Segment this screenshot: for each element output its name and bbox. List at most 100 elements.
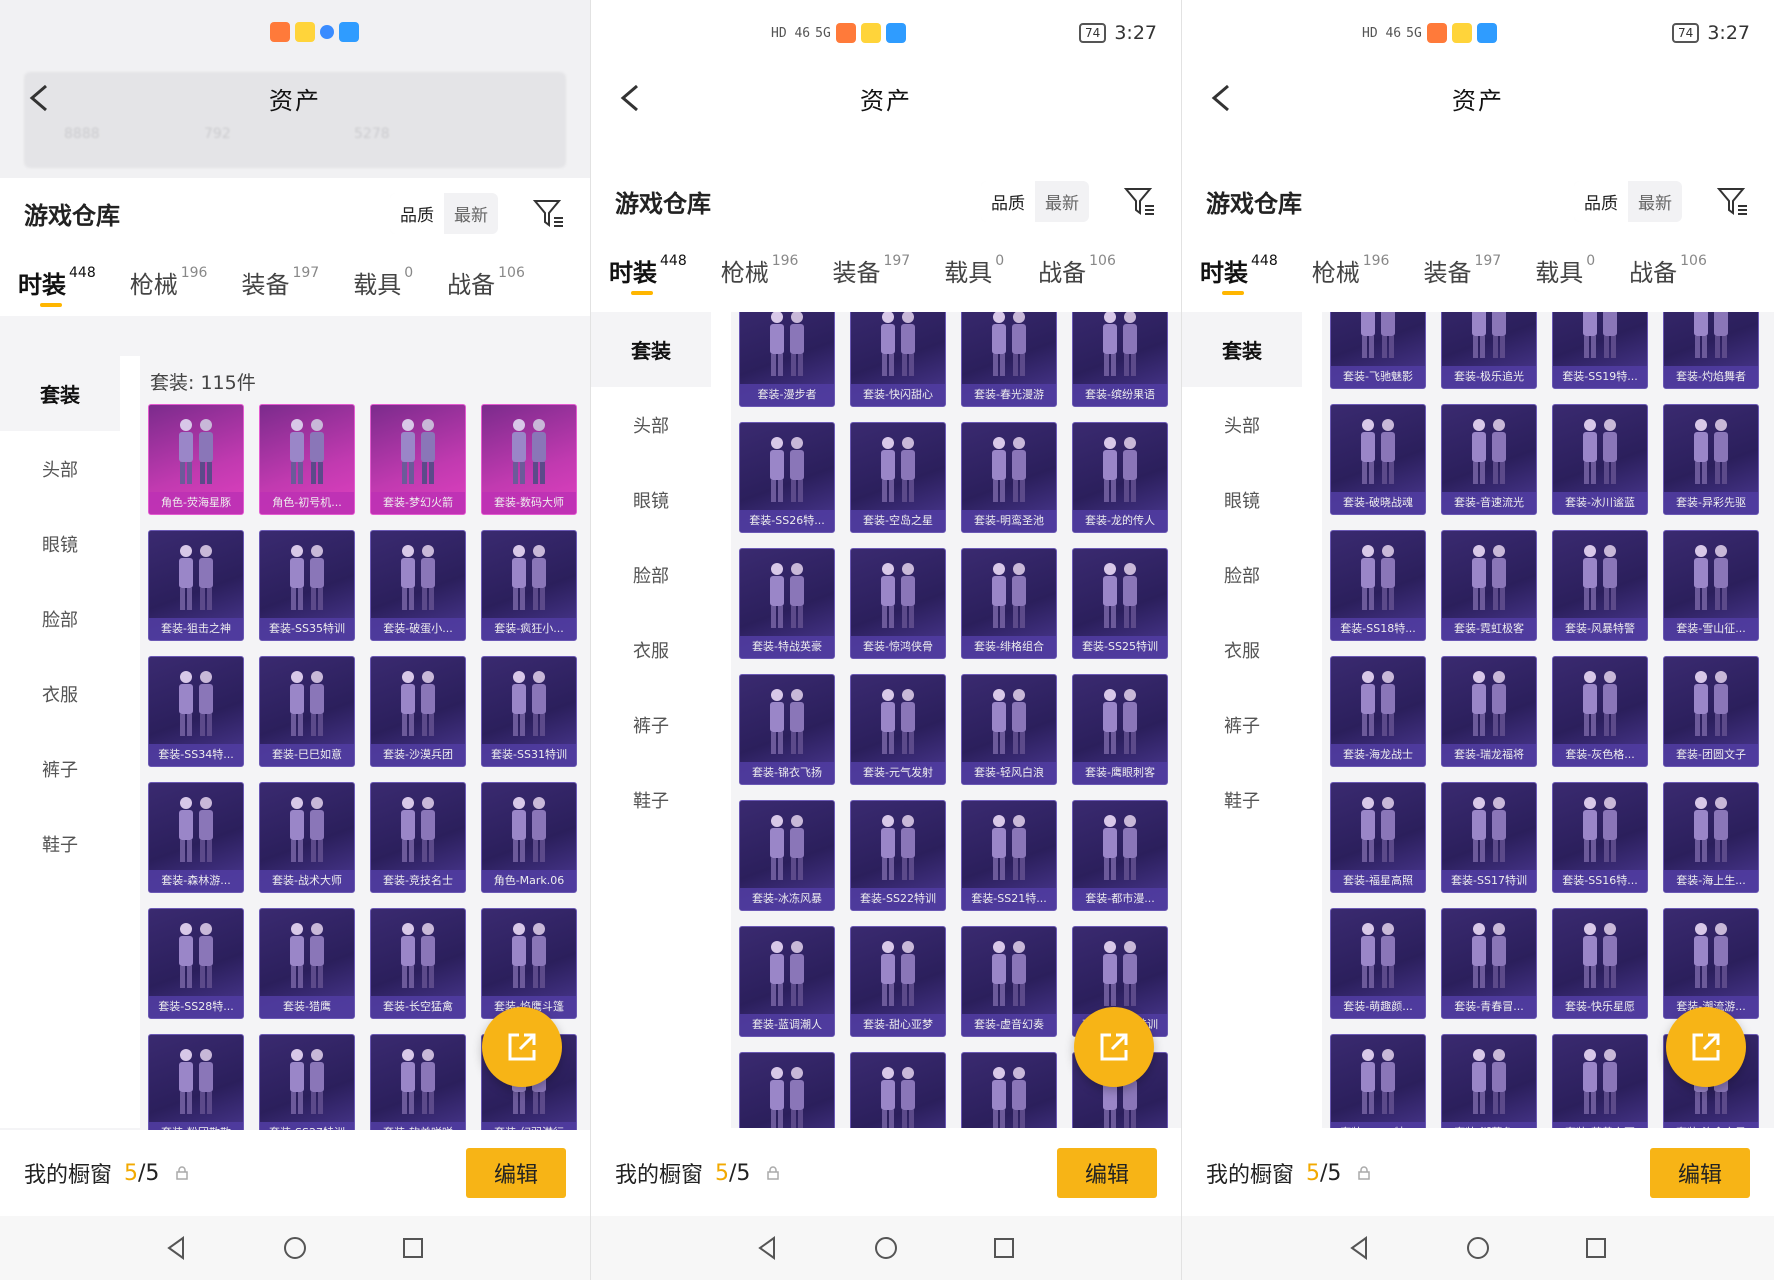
tab-firearms[interactable]: 枪械 196 [1312,253,1390,288]
filter-icon[interactable] [1123,184,1157,218]
outfit-card[interactable]: 套装-... [850,1052,946,1128]
back-button[interactable] [22,80,58,116]
outfit-card[interactable]: 套装-SS34特... [148,656,244,767]
outfit-card[interactable]: 套装-冰川谧蓝 [1552,404,1648,515]
outfit-card[interactable]: 套装-极乐追光 [1441,312,1537,389]
outfit-card[interactable]: 套装-SS21特... [961,800,1057,911]
grid-scroll[interactable]: 套装-飞驰魅影 套装-极乐追光 套装-SS19特... 套装-灼焰舞者 套装-破晓战魂套… [1182,312,1774,1128]
outfit-card[interactable]: 套装-数码大师 [481,404,577,515]
sidebar-item-shoes[interactable]: 鞋子 [0,806,120,881]
tab-equipment[interactable]: 装备 197 [241,265,319,300]
edit-button[interactable]: 编辑 [466,1148,566,1198]
outfit-card[interactable]: 套装-空岛之星 [850,422,946,533]
outfit-card[interactable]: 套装-SS28特... [148,908,244,1019]
back-button[interactable] [1204,80,1240,116]
outfit-card[interactable]: 套装-福星高照 [1330,782,1426,893]
outfit-card[interactable]: 套装-SS35特训 [259,530,355,641]
outfit-card[interactable]: 套装-团圆文子 [1663,656,1759,767]
outfit-card[interactable]: 套装-冰冻风暴 [739,800,835,911]
outfit-card[interactable]: 套装-灰色格... [1552,656,1648,767]
outfit-card[interactable]: 套装-森林游... [148,782,244,893]
outfit-card[interactable]: 套装-狙击之神 [148,530,244,641]
outfit-card[interactable]: 角色-Mark.06 [481,782,577,893]
nav-back-icon[interactable] [163,1234,191,1262]
outfit-card[interactable]: 套装-快乐星愿 [1552,908,1648,1019]
outfit-card[interactable]: 套装-甜心亚梦 [850,926,946,1037]
outfit-card[interactable]: 套装-虚音幻奏 [961,926,1057,1037]
tab-vehicles[interactable]: 载具 0 [353,265,413,300]
outfit-card[interactable]: 套装-绯格组合 [961,548,1057,659]
tab-fashion[interactable]: 时装 448 [18,265,96,307]
outfit-card[interactable]: 角色-初号机... [259,404,355,515]
outfit-card[interactable]: 套装-异彩先驱 [1663,404,1759,515]
sort-quality-option[interactable]: 品质 [1574,180,1628,222]
tab-equipment[interactable]: 装备 197 [832,253,910,288]
sidebar-item-head[interactable]: 头部 [0,431,120,506]
tab-vehicles[interactable]: 载具 0 [1535,253,1595,288]
outfit-card[interactable]: 套装-SS17特训 [1441,782,1537,893]
outfit-card[interactable]: 套装-SS25特训 [1072,548,1168,659]
grid-scroll[interactable]: 套装-漫步者 套装-快闪甜心 套装-春光漫游 套装-缤纷果语 套装-SS26特... 套装… [591,312,1181,1128]
outfit-card[interactable]: 套装-SS19特... [1552,312,1648,389]
filter-icon[interactable] [1716,184,1750,218]
nav-back-icon[interactable] [754,1234,782,1262]
sort-latest-option[interactable]: 最新 [1035,181,1089,222]
nav-recents-icon[interactable] [399,1234,427,1262]
sidebar-item-clothes[interactable]: 衣服 [0,656,120,731]
share-fab-button[interactable] [482,1007,562,1087]
sidebar-item-glasses[interactable]: 眼镜 [0,506,120,581]
outfit-card[interactable]: 套装-龙的传人 [1072,422,1168,533]
outfit-card[interactable]: 套装-潮流游... [1663,908,1759,1019]
filter-icon[interactable] [532,196,566,230]
outfit-card[interactable]: 套装-缤纷果语 [1072,312,1168,407]
sidebar-item-pants[interactable]: 裤子 [0,731,120,806]
outfit-card[interactable]: 套装-破蛋小... [370,530,466,641]
outfit-card[interactable]: 套装-都市漫... [1072,800,1168,911]
outfit-card[interactable]: 套装-萌黄之夏 [1552,1034,1648,1128]
sidebar-item-face[interactable]: 脸部 [0,581,120,656]
nav-home-icon[interactable] [1464,1234,1492,1262]
outfit-card[interactable]: 套装-SS15特... [1330,1034,1426,1128]
outfit-card[interactable]: 套装-竞技名士 [370,782,466,893]
sidebar-item-outfit[interactable]: 套装 [0,356,120,431]
edit-button[interactable]: 编辑 [1650,1148,1750,1198]
outfit-card[interactable]: 套装-SS18特... [1330,530,1426,641]
nav-recents-icon[interactable] [990,1234,1018,1262]
tab-fashion[interactable]: 时装 448 [1200,253,1278,295]
outfit-card[interactable]: 套装-明鸾圣池 [961,422,1057,533]
tab-firearms[interactable]: 枪械 196 [721,253,799,288]
outfit-card[interactable]: 套装-漫步者 [739,312,835,407]
outfit-card[interactable]: 套装-锦衣飞扬 [739,674,835,785]
outfit-card[interactable]: 套装-巳巳如意 [259,656,355,767]
outfit-card[interactable]: 套装-SS16特... [1552,782,1648,893]
outfit-card[interactable]: 套装-瑞龙福将 [1441,656,1537,767]
sort-quality-option[interactable]: 品质 [981,180,1035,222]
outfit-card[interactable]: 角色-荧海星豚 [148,404,244,515]
outfit-card[interactable]: 套装-破晓战魂 [1330,404,1426,515]
outfit-card[interactable]: 套装-霓虹极客 [1441,530,1537,641]
outfit-card[interactable]: 套装-疯狂小... [481,530,577,641]
outfit-card[interactable]: 套装-萌趣颜... [1330,908,1426,1019]
share-fab-button[interactable] [1666,1007,1746,1087]
outfit-card[interactable]: 套装-元气发射 [850,674,946,785]
tab-firearms[interactable]: 枪械 196 [130,265,208,300]
nav-home-icon[interactable] [872,1234,900,1262]
outfit-card[interactable]: 套装-SS22特训 [850,800,946,911]
outfit-card[interactable]: 套装-音速流光 [1441,404,1537,515]
nav-back-icon[interactable] [1346,1234,1374,1262]
outfit-card[interactable]: 套装-猎鹰 [259,908,355,1019]
outfit-card[interactable]: 套装-... [739,1052,835,1128]
sort-latest-option[interactable]: 最新 [1628,181,1682,222]
outfit-card[interactable]: 套装-梦幻火箭 [370,404,466,515]
outfit-card[interactable]: 套装-特战英豪 [739,548,835,659]
sort-quality-option[interactable]: 品质 [390,192,444,234]
outfit-card[interactable]: 套装-长空猛禽 [370,908,466,1019]
outfit-card[interactable]: 套装-惊鸿侠骨 [850,548,946,659]
tab-supplies[interactable]: 战备 106 [1038,253,1116,288]
outfit-card[interactable]: 套装-鹰眼刺客 [1072,674,1168,785]
tab-supplies[interactable]: 战备 106 [1629,253,1707,288]
sort-latest-option[interactable]: 最新 [444,193,498,234]
outfit-card[interactable]: 套装-蓝调潮人 [739,926,835,1037]
outfit-card[interactable]: 套装-灼焰舞者 [1663,312,1759,389]
outfit-card[interactable]: 套装-春光漫游 [961,312,1057,407]
